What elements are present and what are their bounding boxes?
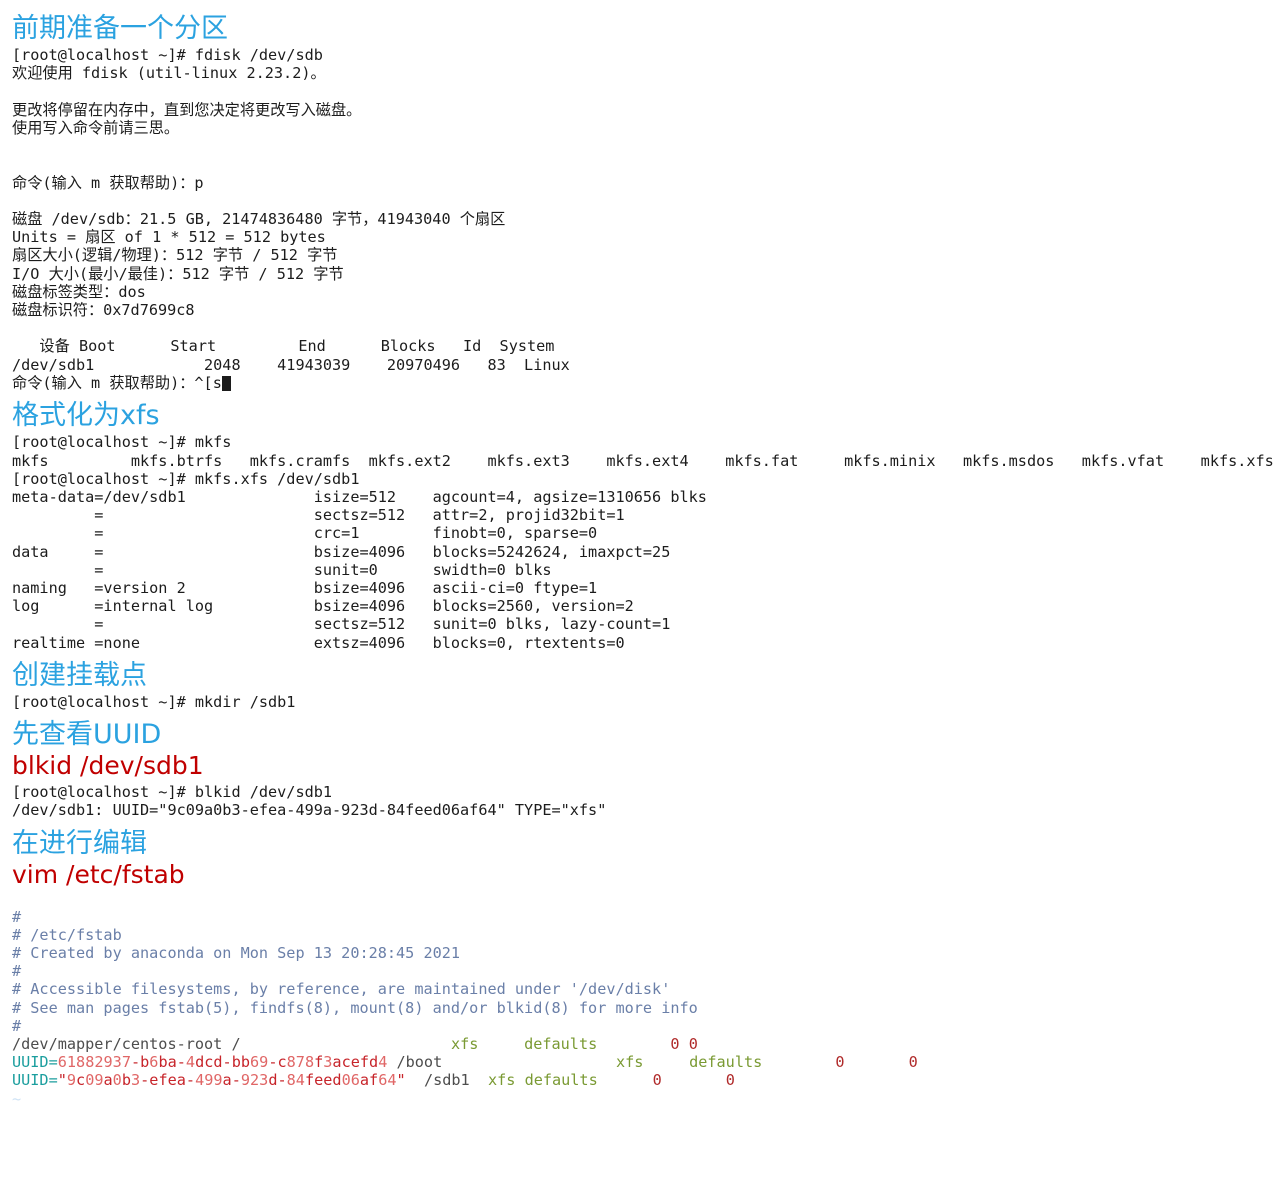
fstab-fstype: xfs — [450, 1035, 479, 1053]
terminal-output-fdisk: [root@localhost ~]# fdisk /dev/sdb 欢迎使用 … — [12, 46, 1278, 374]
fstab-uuid-key: UUID= — [12, 1053, 58, 1072]
section-title-check-uuid: 先查看UUID — [12, 719, 162, 751]
document-body: 前期准备一个分区 [root@localhost ~]# fdisk /dev/… — [0, 0, 1278, 1108]
vim-buffer-fstab: # # /etc/fstab # Created by anaconda on … — [12, 908, 1278, 1108]
fstab-mountpoint: /boot — [396, 1053, 443, 1072]
fstab-entry-row: /dev/mapper/centos-root / xfs defaults 0… — [12, 1035, 698, 1053]
section-title-edit-fstab: 在进行编辑 — [12, 827, 147, 859]
command-heading-blkid: blkid /dev/sdb1 — [12, 751, 204, 781]
blkid-output-text: [root@localhost ~]# blkid /dev/sdb1 /dev… — [12, 783, 607, 820]
terminal-output-blkid: [root@localhost ~]# blkid /dev/sdb1 /dev… — [12, 783, 1278, 819]
fstab-options: defaults — [524, 1035, 598, 1053]
fdisk-output-text: [root@localhost ~]# fdisk /dev/sdb 欢迎使用 … — [12, 46, 570, 374]
section-title-format-xfs: 格式化为xfs — [12, 400, 160, 432]
fstab-mountpoint: / — [231, 1035, 241, 1053]
fstab-device: /dev/mapper/centos-root — [12, 1035, 223, 1053]
section-title-create-mountpoint: 创建挂载点 — [12, 659, 147, 691]
fstab-dump: 0 — [652, 1071, 662, 1090]
fstab-dump: 0 — [670, 1035, 680, 1053]
fstab-uuid-value: "9c09a0b3-efea-499a-923d-84feed06af64" — [57, 1071, 406, 1090]
fstab-dump: 0 — [835, 1053, 845, 1072]
terminal-prompt-fdisk-tail: 命令(输入 m 获取帮助)：^[s — [12, 374, 1278, 392]
mkfs-output-text: [root@localhost ~]# mkfs mkfs mkfs.btrfs… — [12, 433, 1274, 652]
fstab-pass: 0 — [688, 1035, 698, 1053]
fstab-options: defaults — [689, 1053, 763, 1072]
fstab-fstype: xfs — [487, 1071, 516, 1090]
fstab-uuid-value: 61882937-b6ba-4dcd-bb69-c878f3acefd4 — [57, 1053, 388, 1072]
fstab-comments: # # /etc/fstab # Created by anaconda on … — [12, 907, 698, 1035]
fstab-entry-row: UUID="9c09a0b3-efea-499a-923d-84feed06af… — [12, 1071, 735, 1089]
command-heading-vim-fstab: vim /etc/fstab — [12, 859, 185, 889]
fstab-uuid-key: UUID= — [12, 1071, 58, 1090]
fstab-entry-row: UUID=61882937-b6ba-4dcd-bb69-c878f3acefd… — [12, 1053, 918, 1071]
fstab-pass: 0 — [908, 1053, 918, 1072]
mkdir-output-text: [root@localhost ~]# mkdir /sdb1 — [12, 693, 296, 711]
terminal-output-mkdir: [root@localhost ~]# mkdir /sdb1 — [12, 693, 1278, 711]
fstab-pass: 0 — [725, 1071, 735, 1090]
section-title-prepare-partition: 前期准备一个分区 — [12, 13, 228, 44]
terminal-cursor — [221, 375, 231, 391]
fstab-mountpoint: /sdb1 — [423, 1071, 470, 1090]
fstab-options: defaults — [524, 1071, 598, 1090]
fdisk-prompt-text: 命令(输入 m 获取帮助)：^[s — [12, 373, 222, 392]
fstab-fstype: xfs — [615, 1053, 644, 1072]
vim-empty-line-marker: ~ — [12, 1089, 22, 1108]
terminal-output-mkfs: [root@localhost ~]# mkfs mkfs mkfs.btrfs… — [12, 433, 1278, 651]
